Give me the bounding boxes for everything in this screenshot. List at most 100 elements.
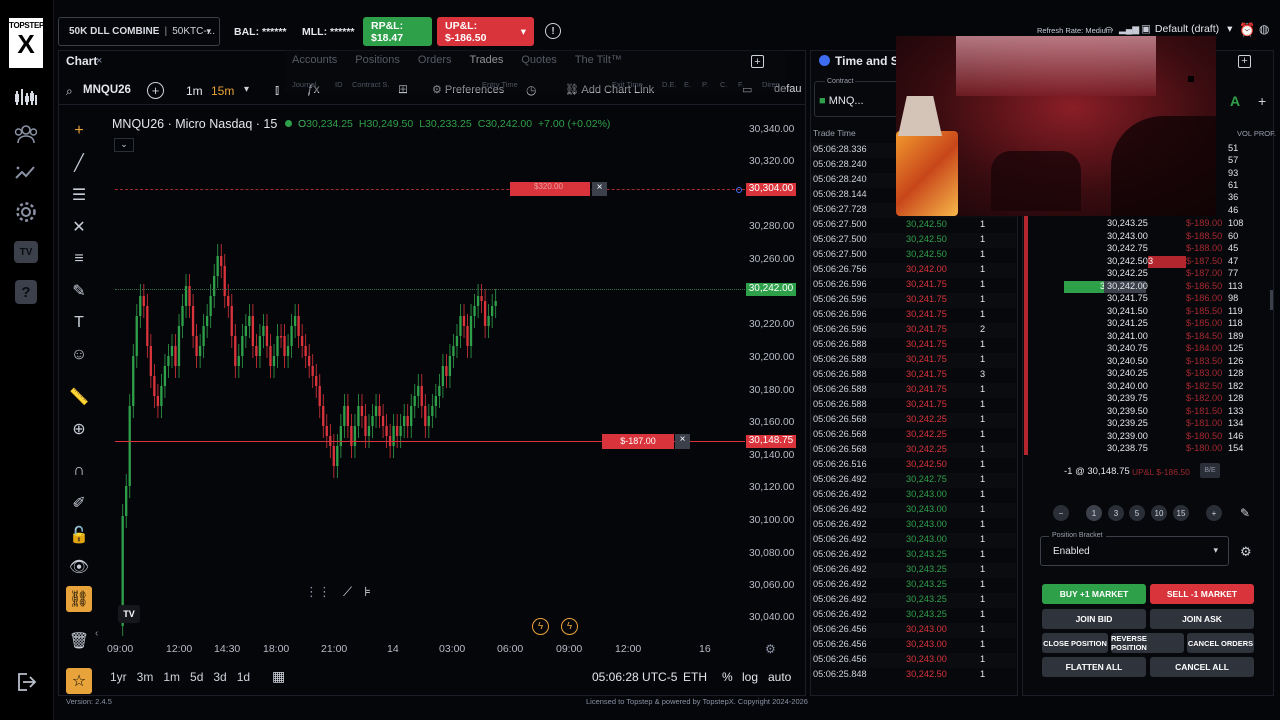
reverse-position-button[interactable]: REVERSE POSITION <box>1111 633 1184 653</box>
qty-15-button[interactable]: 15 <box>1173 505 1189 521</box>
star-icon[interactable]: ☆ <box>66 668 92 694</box>
dom-row[interactable]: 30,240.00 $-182.50 182 <box>1022 381 1262 394</box>
dom-row[interactable]: 30,241.75 $-186.00 98 <box>1022 293 1262 306</box>
layout-selector[interactable]: ▣ Default (draft) ▾ <box>1141 23 1232 35</box>
unrealized-pnl-badge[interactable]: UP&L: $-186.50 ▾ <box>437 17 534 46</box>
drag-handle-icon[interactable]: ⋮⋮ <box>305 584 331 600</box>
link-icon[interactable]: ⛓ <box>66 586 92 612</box>
close-position-button[interactable]: CLOSE POSITION <box>1042 633 1108 653</box>
range-5d[interactable]: 5d <box>190 670 203 684</box>
qty-3-button[interactable]: 3 <box>1108 505 1124 521</box>
dom-row[interactable]: 30,240.25 $-183.00 128 <box>1022 368 1262 381</box>
join-ask-button[interactable]: JOIN ASK <box>1150 609 1254 629</box>
tab-chart[interactable]: Chart <box>66 54 97 68</box>
dom-row[interactable]: 30,239.00 $-180.50 146 <box>1022 431 1262 444</box>
range-1yr[interactable]: 1yr <box>110 670 127 684</box>
tab-accounts[interactable]: Accounts <box>292 54 337 66</box>
qty-5-button[interactable]: 5 <box>1129 505 1145 521</box>
dom-row[interactable]: 30,241.00 $-184.50 189 <box>1022 331 1262 344</box>
chevron-down-icon[interactable]: ▾ <box>244 84 249 95</box>
gear-icon[interactable]: ⚙ <box>1240 544 1252 560</box>
dom-row[interactable]: 30,241.50 $-185.50 119 <box>1022 306 1262 319</box>
session-toggle[interactable]: ETH <box>683 670 707 684</box>
entry-pnl-badge[interactable]: $-187.00 <box>602 434 674 449</box>
chart-icon[interactable] <box>12 84 40 112</box>
tv-icon[interactable]: TV <box>12 238 40 266</box>
tab-quotes[interactable]: Quotes <box>521 54 556 66</box>
dom-row[interactable]: 30,242.75 $-188.00 45 <box>1022 243 1262 256</box>
ruler-icon[interactable]: 📏 <box>66 384 92 410</box>
close-icon[interactable]: × <box>96 55 102 67</box>
add-panel-icon[interactable]: + <box>1238 55 1251 68</box>
account-selector[interactable]: 50K DLL COMBINE | 50KTC-... ▾ <box>58 17 220 46</box>
target-order-badge[interactable]: $320.00 <box>510 182 590 196</box>
analytics-icon[interactable] <box>12 158 40 186</box>
pattern-icon[interactable]: ✕ <box>66 214 92 240</box>
range-1m[interactable]: 1m <box>163 670 180 684</box>
add-symbol-icon[interactable]: + <box>147 82 164 99</box>
interval-15m[interactable]: 15m <box>211 84 234 98</box>
tab-the-tilt[interactable]: The Tilt™ <box>575 54 622 66</box>
log-toggle[interactable]: log <box>742 670 758 684</box>
auto-center-icon[interactable]: A <box>1230 93 1240 109</box>
magnet-icon[interactable]: ∩ <box>66 458 92 484</box>
line-tool-icon[interactable]: ⟋ <box>343 584 352 600</box>
range-3d[interactable]: 3d <box>213 670 226 684</box>
gear-icon[interactable] <box>12 198 40 226</box>
contract-selector[interactable]: Contract ■ MNQ... <box>814 78 898 117</box>
join-bid-button[interactable]: JOIN BID <box>1042 609 1146 629</box>
range-3m[interactable]: 3m <box>137 670 154 684</box>
topstep-logo[interactable]: TOPSTEP X <box>9 18 44 68</box>
long-position-icon[interactable]: ⊧ <box>364 584 371 600</box>
users-icon[interactable] <box>12 120 40 148</box>
event-icon[interactable]: ϟ <box>532 618 549 635</box>
settings-icon[interactable]: ⚙ <box>765 642 776 656</box>
fib-icon[interactable]: ☰ <box>66 182 92 208</box>
interval-1m[interactable]: 1m <box>186 84 203 98</box>
dom-row[interactable]: 30,239.75 $-182.00 128 <box>1022 393 1262 406</box>
close-icon[interactable]: × <box>675 434 690 449</box>
qty-1-button[interactable]: 1 <box>1086 505 1102 521</box>
tab-orders[interactable]: Orders <box>418 54 452 66</box>
dom-row[interactable]: 30,240.50 $-183.50 126 <box>1022 356 1262 369</box>
lock-icon[interactable]: 🔓 <box>66 522 92 548</box>
qty-minus-button[interactable]: − <box>1053 505 1069 521</box>
percent-toggle[interactable]: % <box>722 670 733 684</box>
cancel-orders-button[interactable]: CANCEL ORDERS <box>1187 633 1254 653</box>
dom-row[interactable]: 30,240.75 $-184.00 125 <box>1022 343 1262 356</box>
channel-icon[interactable]: ≡ <box>66 246 92 272</box>
auto-toggle[interactable]: auto <box>768 670 791 684</box>
scrollbar[interactable] <box>1270 290 1273 310</box>
chevron-left-icon[interactable]: ‹ <box>95 628 98 639</box>
info-icon[interactable]: ! <box>545 23 561 39</box>
emoji-icon[interactable]: ☺ <box>66 342 92 368</box>
text-icon[interactable]: T <box>66 310 92 336</box>
globe-icon[interactable]: ◍ <box>1259 22 1269 36</box>
logout-icon[interactable] <box>12 668 40 696</box>
eye-icon[interactable]: 👁 <box>66 554 92 580</box>
target-handle[interactable] <box>736 187 742 193</box>
dom-row[interactable]: 3 30,242.50 $-187.50 47 <box>1022 255 1262 269</box>
tab-trades[interactable]: Trades <box>470 54 504 66</box>
close-icon[interactable]: × <box>592 182 607 196</box>
search-icon[interactable]: ⌕ <box>66 84 73 99</box>
event-icon[interactable]: ϟ <box>561 618 578 635</box>
flatten-all-button[interactable]: FLATTEN ALL <box>1042 657 1146 677</box>
candle-type-icon[interactable]: ⫾ <box>275 82 279 98</box>
dom-row[interactable]: 30,243.25 $-189.00 108 <box>1022 218 1262 231</box>
crosshair-icon[interactable]: + <box>1258 93 1266 109</box>
crosshair-icon[interactable]: + <box>66 118 92 144</box>
buy-market-button[interactable]: BUY +1 MARKET <box>1042 584 1146 604</box>
help-icon[interactable]: ? <box>12 278 40 306</box>
trendline-icon[interactable]: ╱ <box>66 150 92 176</box>
dom-row[interactable]: 30,238.75 $-180.00 154 <box>1022 443 1262 456</box>
symbol-input[interactable]: MNQU26 <box>83 84 131 96</box>
sell-market-button[interactable]: SELL -1 MARKET <box>1150 584 1254 604</box>
edit-icon[interactable]: ✎ <box>1240 506 1250 520</box>
alarm-icon[interactable]: ⏰ <box>1239 22 1255 38</box>
brush-icon[interactable]: ✎ <box>66 278 92 304</box>
dom-row[interactable]: 30,241.25 $-185.00 118 <box>1022 318 1262 331</box>
position-bracket-select[interactable]: Position Bracket Enabled ▾ <box>1040 532 1229 566</box>
trash-icon[interactable]: 🗑 <box>66 628 92 654</box>
realized-pnl-badge[interactable]: RP&L: $18.47 <box>363 17 432 46</box>
